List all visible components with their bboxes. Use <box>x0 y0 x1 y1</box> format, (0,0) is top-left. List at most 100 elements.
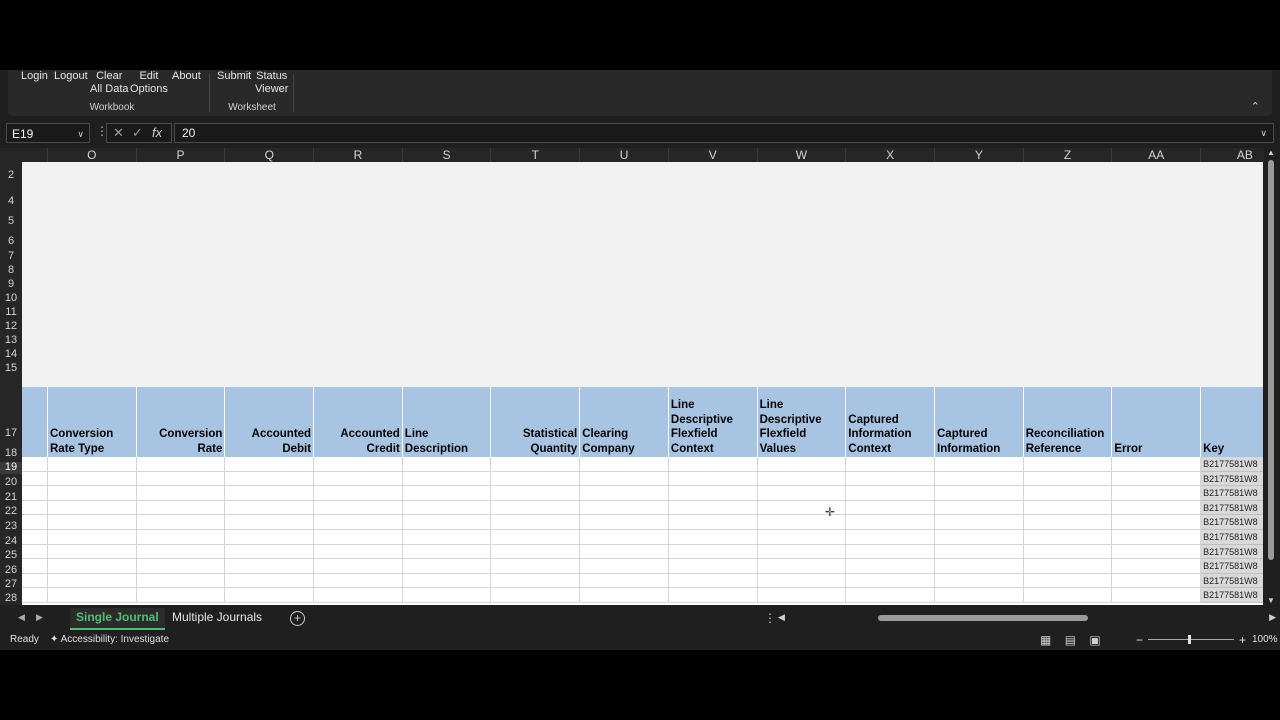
vertical-scroll-thumb[interactable] <box>1268 160 1274 560</box>
cell[interactable] <box>22 588 48 603</box>
more-options-icon[interactable]: ⋮ <box>764 611 776 625</box>
cell[interactable] <box>402 588 492 603</box>
cell[interactable] <box>668 559 758 574</box>
cell[interactable] <box>757 486 847 501</box>
cell[interactable] <box>225 471 315 487</box>
row-header[interactable]: 19 <box>0 462 24 474</box>
cell[interactable] <box>1023 544 1113 560</box>
cell[interactable] <box>48 530 137 545</box>
column-header[interactable]: T <box>492 148 581 162</box>
cell[interactable] <box>314 530 403 545</box>
cell[interactable] <box>48 544 137 560</box>
cell[interactable] <box>1112 486 1202 501</box>
cell[interactable] <box>1023 457 1113 472</box>
zoom-slider[interactable]: − + <box>1136 630 1246 650</box>
chevron-down-icon[interactable]: ∨ <box>1260 124 1267 143</box>
cell[interactable] <box>136 530 226 545</box>
cell[interactable] <box>846 515 935 530</box>
cell[interactable] <box>491 530 581 545</box>
accessibility-status[interactable]: ✦ Accessibility: Investigate <box>50 630 169 650</box>
table-header-cell[interactable]: Key <box>1201 387 1263 457</box>
clear-all-data-button[interactable]: Clear All Data <box>90 70 129 96</box>
column-header-partial[interactable] <box>22 148 48 162</box>
cell[interactable] <box>136 486 226 501</box>
table-header-cell[interactable]: Captured Information Context <box>846 387 935 457</box>
cell[interactable] <box>48 559 137 574</box>
key-cell[interactable]: B2177581W8 <box>1201 471 1263 487</box>
cell[interactable] <box>491 573 581 589</box>
row-header[interactable]: 14 <box>0 349 22 361</box>
cell[interactable] <box>402 457 492 472</box>
key-cell[interactable]: B2177581W8 <box>1201 500 1263 516</box>
cell[interactable] <box>757 559 847 574</box>
cell[interactable] <box>136 457 226 472</box>
scroll-up-icon[interactable]: ▲ <box>1267 148 1275 157</box>
cell[interactable] <box>935 559 1024 574</box>
cell[interactable] <box>491 457 581 472</box>
row-header[interactable]: 22 <box>0 506 22 518</box>
cell[interactable] <box>136 544 226 560</box>
cell[interactable] <box>1023 486 1113 501</box>
row-header[interactable]: 7 <box>0 251 22 263</box>
column-header[interactable]: R <box>314 148 403 162</box>
row-header[interactable]: 17 <box>0 428 22 440</box>
edit-options-button[interactable]: Edit Options <box>130 70 168 96</box>
cell[interactable] <box>225 544 315 560</box>
cell[interactable] <box>580 559 669 574</box>
cell[interactable] <box>48 500 137 516</box>
cell[interactable] <box>314 457 403 472</box>
cell[interactable] <box>935 544 1024 560</box>
cell[interactable] <box>314 559 403 574</box>
cell[interactable] <box>935 530 1024 545</box>
cell[interactable] <box>580 486 669 501</box>
cell[interactable] <box>1023 573 1113 589</box>
cell[interactable] <box>491 471 581 487</box>
cell[interactable] <box>1112 588 1202 603</box>
row-header[interactable]: 4 <box>0 196 22 208</box>
cell[interactable] <box>1023 471 1113 487</box>
zoom-out-icon[interactable]: − <box>1136 630 1143 650</box>
cell[interactable] <box>22 486 48 501</box>
horizontal-scroll-thumb[interactable] <box>878 615 1088 621</box>
column-header[interactable]: W <box>758 148 847 162</box>
column-header[interactable]: O <box>48 148 137 162</box>
cell[interactable] <box>136 559 226 574</box>
cell[interactable] <box>225 559 315 574</box>
page-break-view-icon[interactable]: ▣ <box>1089 633 1100 647</box>
cell[interactable] <box>846 588 935 603</box>
logout-button[interactable]: Logout <box>54 70 88 83</box>
cell[interactable] <box>402 573 492 589</box>
cell[interactable] <box>935 486 1024 501</box>
cell[interactable] <box>580 500 669 516</box>
table-header-cell[interactable]: Error <box>1112 387 1202 457</box>
column-header[interactable]: Z <box>1024 148 1113 162</box>
cell[interactable] <box>1023 515 1113 530</box>
about-button[interactable]: About <box>172 70 201 83</box>
cell[interactable] <box>846 486 935 501</box>
table-header-cell[interactable]: Clearing Company <box>580 387 669 457</box>
cell[interactable] <box>314 486 403 501</box>
cell[interactable] <box>48 515 137 530</box>
blank-area[interactable] <box>22 162 1263 387</box>
cell[interactable] <box>402 530 492 545</box>
cell[interactable] <box>225 457 315 472</box>
cell[interactable] <box>846 559 935 574</box>
tab-multiple-journals[interactable]: Multiple Journals <box>166 608 268 628</box>
cell[interactable] <box>22 559 48 574</box>
cell[interactable] <box>580 544 669 560</box>
row-header[interactable]: 28 <box>0 593 22 605</box>
table-header-cell[interactable] <box>22 387 48 457</box>
column-header[interactable]: X <box>846 148 935 162</box>
row-header[interactable]: 27 <box>0 579 22 591</box>
cell[interactable] <box>402 486 492 501</box>
cell[interactable] <box>136 471 226 487</box>
cell[interactable] <box>580 573 669 589</box>
cell[interactable] <box>580 471 669 487</box>
cell[interactable] <box>225 500 315 516</box>
cell[interactable] <box>1023 588 1113 603</box>
cell[interactable] <box>491 588 581 603</box>
row-header[interactable]: 8 <box>0 265 22 277</box>
cell[interactable] <box>846 500 935 516</box>
cell[interactable] <box>225 515 315 530</box>
cell[interactable] <box>935 471 1024 487</box>
